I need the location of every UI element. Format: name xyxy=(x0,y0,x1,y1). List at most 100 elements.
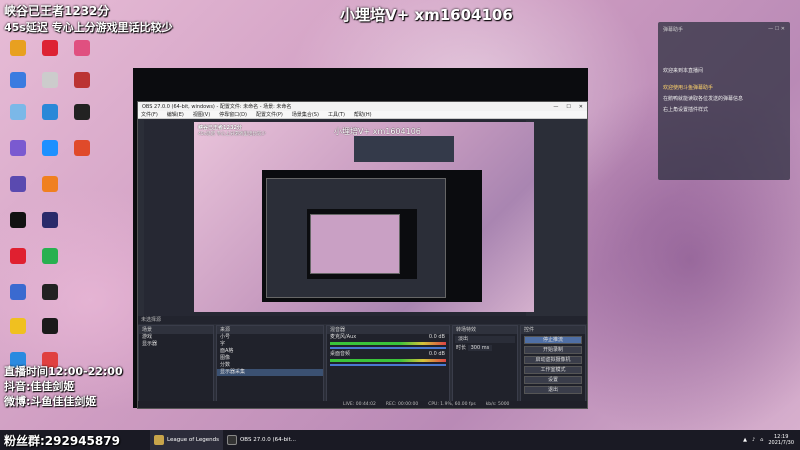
network-icon[interactable]: ⌂ xyxy=(760,437,763,443)
taskbar: League of Legends OBS 27.0.0 (64-bit... … xyxy=(0,430,800,450)
clock[interactable]: 12:19 2021/7/30 xyxy=(768,434,794,446)
transitions-panel: 转场特效 淡出 时长 300 ms xyxy=(452,325,518,405)
douyin-overlay: 抖音:佳佳剑姬 xyxy=(4,380,75,393)
desktop-icon[interactable] xyxy=(36,248,64,264)
chat-message: 在鹅鸭就能读取各位发送的弹幕信息 xyxy=(663,96,744,102)
settings-button[interactable]: 设置 xyxy=(524,376,582,384)
obs-titlebar[interactable]: OBS 27.0.0 (64-bit, windows) - 配置文件: 未命名… xyxy=(138,102,587,111)
league-icon xyxy=(154,435,164,445)
volume-icon[interactable]: ♪ xyxy=(752,437,755,443)
obs-window[interactable]: OBS 27.0.0 (64-bit, windows) - 配置文件: 未命名… xyxy=(137,101,588,409)
mixer-panel: 混音器 麦克风/Aux 0.0 dB 桌面音频 0.0 dB xyxy=(326,325,450,405)
mixer-volume-slider[interactable] xyxy=(330,364,446,366)
desktop-icon[interactable] xyxy=(4,248,32,264)
clock-date: 2021/7/30 xyxy=(768,440,794,446)
chat-window-controls[interactable]: — ☐ ✕ xyxy=(768,26,785,32)
fans-group-overlay: 粉丝群:292945879 xyxy=(4,434,120,448)
start-recording-button[interactable]: 开始录制 xyxy=(524,346,582,354)
stop-streaming-button[interactable]: 停止推流 xyxy=(524,336,582,344)
desktop-icon[interactable] xyxy=(4,176,32,192)
obs-statusbar: LIVE: 00:44:02 REC: 00:00:00 CPU: 1.9%, … xyxy=(138,401,587,408)
desktop-icon[interactable] xyxy=(36,40,64,56)
studio-mode-button[interactable]: 工作室模式 xyxy=(524,366,582,374)
desktop-icon[interactable] xyxy=(36,72,64,88)
desktop-icon[interactable] xyxy=(36,212,64,228)
schedule-overlay: 直播时间12:00-22:00 xyxy=(4,365,123,378)
chat-message: 欢迎使用斗鱼弹幕助手 xyxy=(663,85,714,91)
rank-overlay: 峡谷已王者1232分 xyxy=(4,4,110,18)
controls-panel: 控件 停止推流 开始录制 启动虚拟摄像机 工作室模式 设置 退出 xyxy=(520,325,586,405)
desktop-icon[interactable] xyxy=(68,140,96,156)
desktop-icon[interactable] xyxy=(4,72,32,88)
source-toolbar: 未选择源 xyxy=(138,316,587,324)
weibo-overlay: 微博:斗鱼佳佳剑姬 xyxy=(4,395,97,408)
scene-item[interactable]: 显示器 xyxy=(139,341,213,348)
desktop-icon[interactable] xyxy=(36,284,64,300)
mixer-channel-mic: 麦克风/Aux 0.0 dB xyxy=(327,334,449,341)
scene-item[interactable]: 游戏 xyxy=(139,334,213,341)
menu-scene-collection[interactable]: 场景集合(S) xyxy=(292,111,319,118)
chat-message: 欢迎来到本直播间 xyxy=(663,68,704,74)
desktop-icon[interactable] xyxy=(36,318,64,334)
transition-select[interactable]: 淡出 xyxy=(455,336,515,343)
stream-title-overlay: 小埋培V+ xm1604106 xyxy=(340,6,513,24)
mixer-channel-name: 麦克风/Aux xyxy=(330,334,357,340)
desktop-icon[interactable] xyxy=(4,40,32,56)
desktop-icon[interactable] xyxy=(68,40,96,56)
menu-view[interactable]: 视图(V) xyxy=(193,111,210,118)
mixer-volume-slider[interactable] xyxy=(330,347,446,349)
desktop-icon[interactable] xyxy=(4,140,32,156)
desktop-icon[interactable] xyxy=(4,284,32,300)
transition-duration-row: 时长 300 ms xyxy=(453,345,517,352)
taskbar-item-league[interactable]: League of Legends xyxy=(150,430,223,450)
nested-obs-frame-2 xyxy=(307,209,417,279)
mixer-db: 0.0 dB xyxy=(428,334,445,340)
obs-window-title: OBS 27.0.0 (64-bit, windows) - 配置文件: 未命名… xyxy=(142,104,292,110)
desktop-icon[interactable] xyxy=(4,104,32,120)
delay-overlay: 45s延迟 专心上分游戏里话比较少 xyxy=(4,21,173,34)
menu-docks[interactable]: 停靠窗口(D) xyxy=(219,111,247,118)
source-item[interactable]: 面A格 xyxy=(217,348,323,355)
maximize-icon[interactable]: ☐ xyxy=(566,104,570,110)
minimize-icon[interactable]: — xyxy=(553,104,558,110)
nested-rank-overlay: 峡谷已王者1232分 xyxy=(198,125,242,131)
nested-obs-frame xyxy=(262,170,482,302)
virtual-camera-button[interactable]: 启动虚拟摄像机 xyxy=(524,356,582,364)
desktop-icon[interactable] xyxy=(4,212,32,228)
danmaku-chat-panel[interactable]: 弹幕助手 — ☐ ✕ 欢迎来到本直播间 欢迎使用斗鱼弹幕助手 在鹅鸭就能读取各位… xyxy=(658,22,790,180)
menu-edit[interactable]: 编辑(E) xyxy=(167,111,184,118)
menu-help[interactable]: 帮助(H) xyxy=(354,111,372,118)
desktop-icon[interactable] xyxy=(4,318,32,334)
exit-button[interactable]: 退出 xyxy=(524,386,582,394)
live-time: LIVE: 00:44:02 xyxy=(343,402,376,407)
source-item[interactable]: 小号 xyxy=(217,334,323,341)
source-item[interactable]: 显示器采集 xyxy=(217,369,323,376)
menu-profile[interactable]: 配置文件(P) xyxy=(256,111,283,118)
transitions-header: 转场特效 xyxy=(453,326,517,334)
taskbar-item-label: League of Legends xyxy=(167,437,219,443)
duration-input[interactable]: 300 ms xyxy=(467,345,493,351)
menu-file[interactable]: 文件(F) xyxy=(141,111,158,118)
mixer-channel-desktop: 桌面音频 0.0 dB xyxy=(327,351,449,358)
source-item[interactable]: 字 xyxy=(217,341,323,348)
bitrate: kb/s: 5000 xyxy=(485,402,510,407)
desktop-icon[interactable] xyxy=(36,140,64,156)
menu-tools[interactable]: 工具(T) xyxy=(328,111,345,118)
obs-preview[interactable]: 峡谷已王者1232分 45s延迟 专心上分游戏里话比较少 小埋培V+ xm160… xyxy=(144,120,534,316)
desktop-icon[interactable] xyxy=(36,176,64,192)
mixer-meter xyxy=(330,359,446,362)
cpu-usage: CPU: 1.9%, 60.00 fps xyxy=(428,402,476,407)
desktop-icon[interactable] xyxy=(68,72,96,88)
close-icon[interactable]: ✕ xyxy=(579,104,583,110)
nested-delay-overlay: 45s延迟 专心上分游戏里话比较少 xyxy=(198,132,266,137)
desktop-icon[interactable] xyxy=(68,104,96,120)
tray-icon[interactable]: ▲ xyxy=(743,437,747,443)
source-item[interactable]: 图像 xyxy=(217,355,323,362)
mixer-header: 混音器 xyxy=(327,326,449,334)
nested-chat-box xyxy=(354,136,454,162)
source-item[interactable]: 分数 xyxy=(217,362,323,369)
desktop-icon[interactable] xyxy=(36,104,64,120)
chat-message: 右上角设置插件样式 xyxy=(663,107,709,113)
obs-menubar: 文件(F) 编辑(E) 视图(V) 停靠窗口(D) 配置文件(P) 场景集合(S… xyxy=(138,111,587,119)
taskbar-item-obs[interactable]: OBS 27.0.0 (64-bit... xyxy=(223,430,300,450)
